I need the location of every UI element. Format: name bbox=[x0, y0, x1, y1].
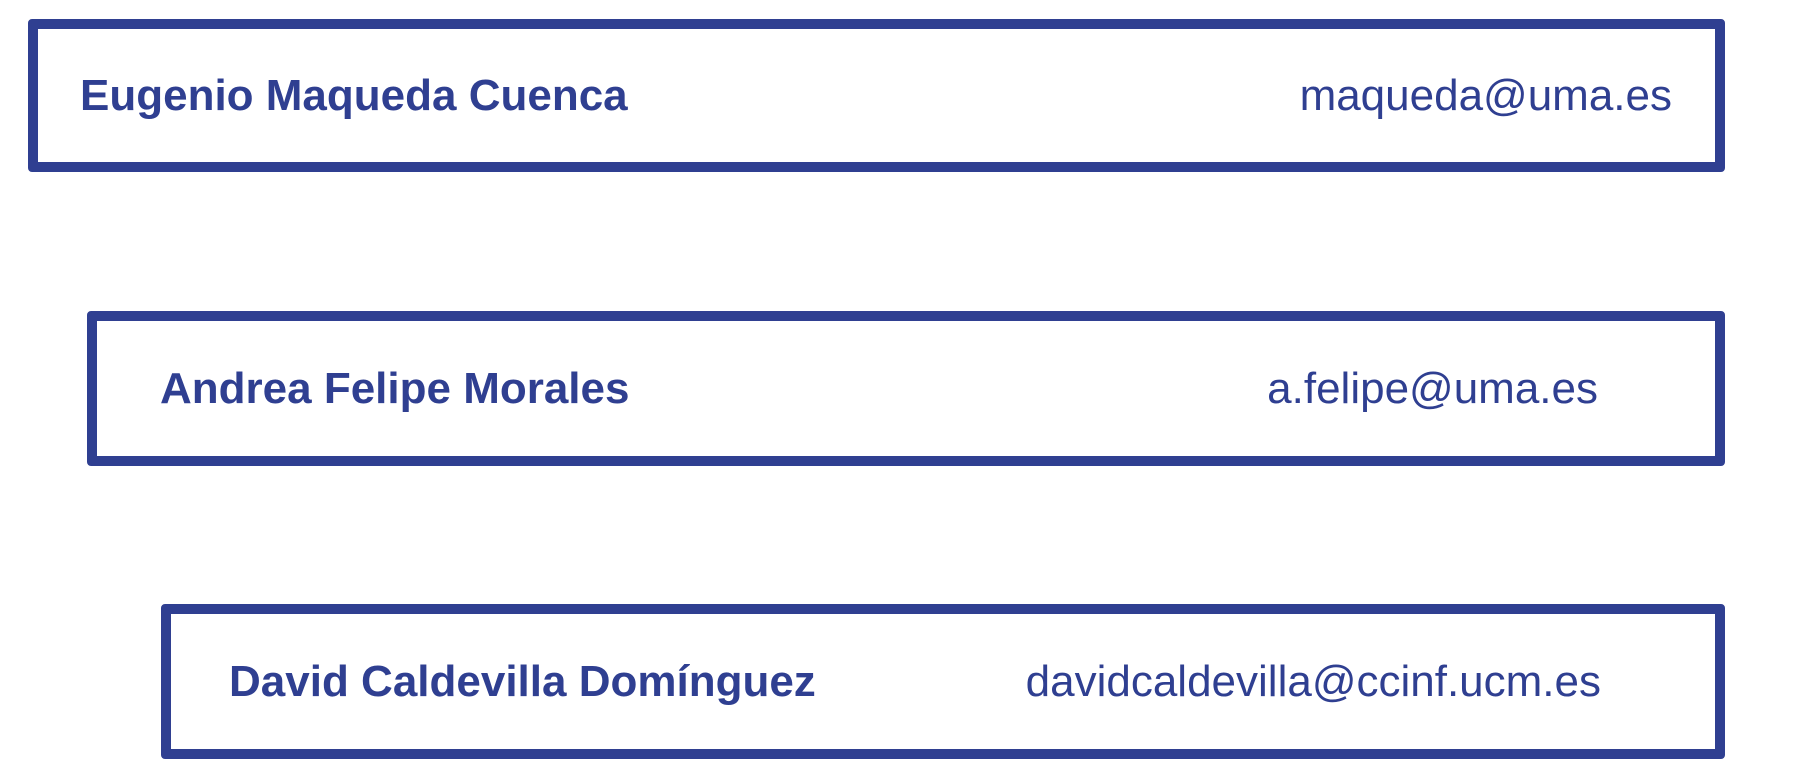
contact-email[interactable]: maqueda@uma.es bbox=[1300, 73, 1672, 118]
contact-card: Andrea Felipe Morales a.felipe@uma.es bbox=[87, 311, 1725, 466]
contact-name: Andrea Felipe Morales bbox=[160, 363, 630, 413]
contact-name: David Caldevilla Domínguez bbox=[229, 656, 816, 706]
contact-name: Eugenio Maqueda Cuenca bbox=[80, 70, 628, 120]
contact-page: Eugenio Maqueda Cuenca maqueda@uma.es An… bbox=[0, 0, 1818, 766]
contact-email[interactable]: a.felipe@uma.es bbox=[1267, 366, 1598, 411]
contact-email[interactable]: davidcaldevilla@ccinf.ucm.es bbox=[1026, 659, 1601, 704]
contact-card: Eugenio Maqueda Cuenca maqueda@uma.es bbox=[28, 19, 1725, 172]
contact-card: David Caldevilla Domínguez davidcaldevil… bbox=[161, 604, 1725, 759]
